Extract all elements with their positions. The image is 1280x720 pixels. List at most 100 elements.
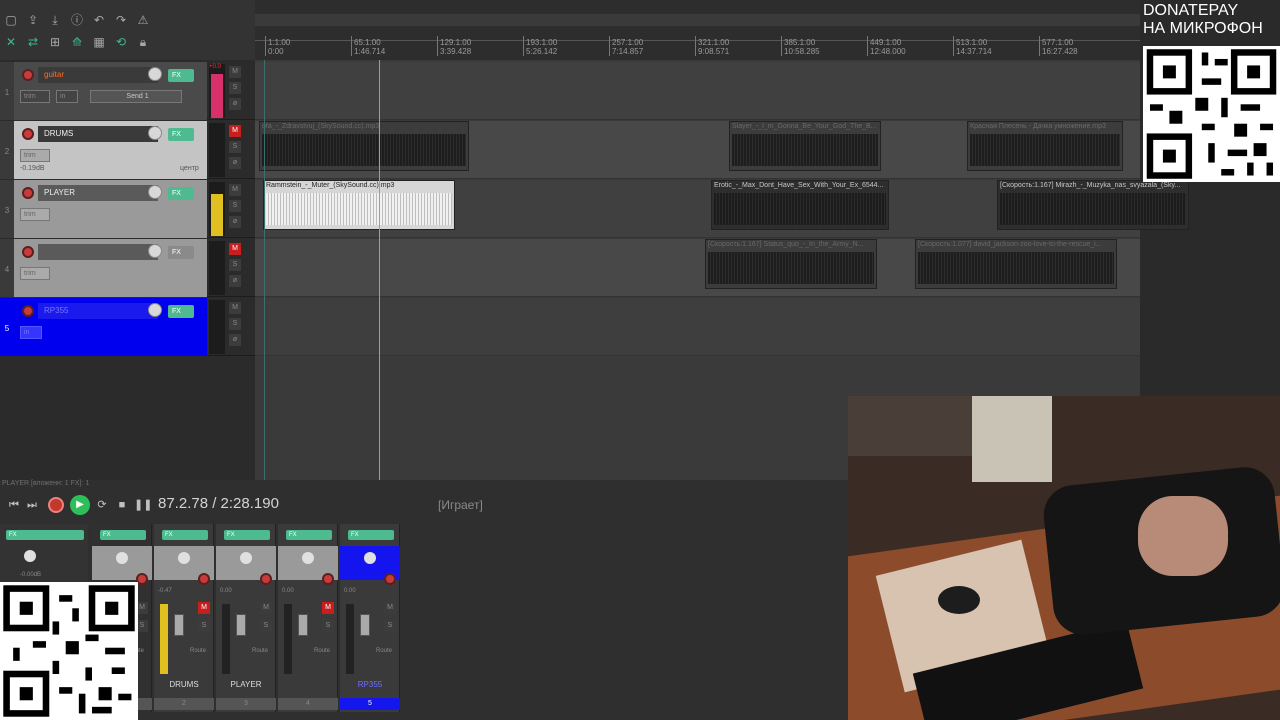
mixer-strip[interactable]: FX -0.47 M S Route DRUMS 2 <box>154 524 214 712</box>
track-header[interactable]: guitar FX trim in Send 1 <box>14 62 207 120</box>
solo-button[interactable]: S <box>384 620 396 632</box>
trim-button[interactable]: trim <box>20 267 50 280</box>
track-5[interactable]: 5 RP355 FX in M S ø <box>0 298 255 356</box>
track-header[interactable]: FX trim <box>14 239 207 297</box>
media-item[interactable]: [Скорость:1.077] david_jackson-zoo-love-… <box>915 239 1117 289</box>
route-button[interactable]: Route <box>376 648 392 654</box>
loop-icon[interactable]: ⟲ <box>112 34 130 50</box>
redo-icon[interactable]: ↷ <box>112 12 130 28</box>
fx-button[interactable]: FX <box>162 530 208 540</box>
go-to-end-button[interactable]: ⏭ <box>24 497 40 513</box>
mute-button[interactable]: M <box>229 125 241 137</box>
record-arm-button[interactable] <box>198 573 210 585</box>
record-arm-button[interactable] <box>260 573 272 585</box>
media-item[interactable]: Rammstein_-_Muter_(SkySound.cc).mp3 <box>263 180 455 230</box>
mixer-strip[interactable]: FX 0.00 M S Route PLAYER 3 <box>216 524 276 712</box>
send-label[interactable]: Send 1 <box>90 90 182 103</box>
pan-knob[interactable] <box>240 552 252 564</box>
phase-button[interactable]: ø <box>229 275 241 287</box>
media-item[interactable]: Красная Плесень - Дачка умножение.mp3 <box>967 121 1123 171</box>
volume-knob[interactable] <box>148 185 162 199</box>
record-arm-button[interactable] <box>22 305 34 317</box>
media-item[interactable]: Slayer_-_I_m_Gonna_Be_Your_God_The_B... <box>729 121 881 171</box>
lane-5[interactable] <box>255 298 1140 356</box>
undo-icon[interactable]: ↶ <box>90 12 108 28</box>
grid-icon[interactable]: ⊞ <box>46 34 64 50</box>
strip-name[interactable]: DRUMS <box>154 680 214 689</box>
go-to-start-button[interactable]: ⏮ <box>6 497 22 513</box>
ripple-icon[interactable]: ⟰ <box>68 34 86 50</box>
timeline-ruler[interactable]: 1.1.00 0:00 65.1.00 1:46.714 129.1.00 3:39.42… <box>255 0 1140 60</box>
track-name[interactable]: RP355 <box>38 303 158 319</box>
mute-button[interactable]: M <box>229 66 241 78</box>
open-icon[interactable]: ⇪ <box>24 12 42 28</box>
fx-button[interactable]: FX <box>168 246 194 259</box>
input-button[interactable]: in <box>56 90 78 103</box>
track-1[interactable]: 1 guitar FX trim in Send 1 +0.0 M S ø <box>0 62 255 120</box>
region-strip[interactable] <box>255 14 1140 26</box>
track-3[interactable]: 3 PLAYER FX trim M S ø <box>0 180 255 238</box>
volume-fader[interactable] <box>360 614 370 636</box>
media-item[interactable]: ofa_-_Zdravstvuj_(SkySound.cc).mp3 <box>259 121 469 171</box>
record-arm-button[interactable] <box>384 573 396 585</box>
lane-3[interactable]: Rammstein_-_Muter_(SkySound.cc).mp3 Erot… <box>255 180 1189 238</box>
solo-button[interactable]: S <box>198 620 210 632</box>
volume-knob[interactable] <box>148 126 162 140</box>
route-button[interactable]: Route <box>252 648 268 654</box>
record-arm-button[interactable] <box>22 128 34 140</box>
snap-icon[interactable]: ✕ <box>2 34 20 50</box>
solo-button[interactable]: S <box>229 141 241 153</box>
volume-knob[interactable] <box>148 67 162 81</box>
track-name[interactable] <box>38 244 158 260</box>
master-strip[interactable]: FX -0.00dB <box>0 524 88 586</box>
fx-button[interactable]: FX <box>224 530 270 540</box>
trim-button[interactable]: trim <box>20 208 50 221</box>
master-fx-button[interactable]: FX <box>6 530 84 540</box>
track-header[interactable]: RP355 FX in <box>14 298 207 356</box>
strip-name[interactable]: RP355 <box>340 680 400 689</box>
lane-4[interactable]: [Скорость:1.167] Status_quo_-_In_the_Arm… <box>255 239 1140 297</box>
track-2[interactable]: 2 DRUMS FX trim -0.19dB центр M S ø <box>0 121 255 179</box>
track-name[interactable]: DRUMS <box>38 126 158 142</box>
strip-name[interactable]: PLAYER <box>216 680 276 689</box>
track-header[interactable]: DRUMS FX trim -0.19dB центр <box>14 121 207 179</box>
solo-button[interactable]: S <box>229 200 241 212</box>
track-name[interactable]: PLAYER <box>38 185 158 201</box>
mute-button[interactable]: M <box>260 602 272 614</box>
pan-knob[interactable] <box>178 552 190 564</box>
solo-button[interactable]: S <box>260 620 272 632</box>
pan-knob[interactable] <box>364 552 376 564</box>
fx-button[interactable]: FX <box>286 530 332 540</box>
record-arm-button[interactable] <box>22 246 34 258</box>
save-icon[interactable]: ⤓ <box>46 12 64 28</box>
mute-button[interactable]: M <box>322 602 334 614</box>
volume-knob[interactable] <box>148 244 162 258</box>
lane-2[interactable]: ofa_-_Zdravstvuj_(SkySound.cc).mp3 Slaye… <box>255 121 1140 179</box>
route-button[interactable]: Route <box>314 648 330 654</box>
volume-fader[interactable] <box>236 614 246 636</box>
mixer-strip[interactable]: FX 0.00 M S Route RP355 5 <box>340 524 400 712</box>
pause-button[interactable]: ❚❚ <box>134 497 152 513</box>
link-icon[interactable]: ⇄ <box>24 34 42 50</box>
lock-icon[interactable]: 🔒︎ <box>134 34 152 50</box>
record-button[interactable] <box>48 497 64 513</box>
metronome-icon[interactable]: ⚠ <box>134 12 152 28</box>
phase-button[interactable]: ø <box>229 98 241 110</box>
media-item[interactable]: [Скорость:1.167] Mirazh_-_Muzyka_nas_svy… <box>997 180 1189 230</box>
trim-button[interactable]: in <box>20 326 42 339</box>
track-4[interactable]: 4 FX trim M S ø <box>0 239 255 297</box>
new-icon[interactable]: ▢ <box>2 12 20 28</box>
fx-button[interactable]: FX <box>168 128 194 141</box>
stop-button[interactable]: ■ <box>114 497 130 513</box>
mute-button[interactable]: M <box>229 302 241 314</box>
media-item[interactable]: [Скорость:1.167] Status_quo_-_In_the_Arm… <box>705 239 877 289</box>
record-arm-button[interactable] <box>322 573 334 585</box>
mute-button[interactable]: M <box>384 602 396 614</box>
mute-button[interactable]: M <box>198 602 210 614</box>
pan-knob[interactable] <box>302 552 314 564</box>
trim-button[interactable]: trim <box>20 90 50 103</box>
fx-button[interactable]: FX <box>100 530 146 540</box>
master-volume-knob[interactable] <box>24 550 36 562</box>
record-arm-button[interactable] <box>22 69 34 81</box>
volume-fader[interactable] <box>174 614 184 636</box>
